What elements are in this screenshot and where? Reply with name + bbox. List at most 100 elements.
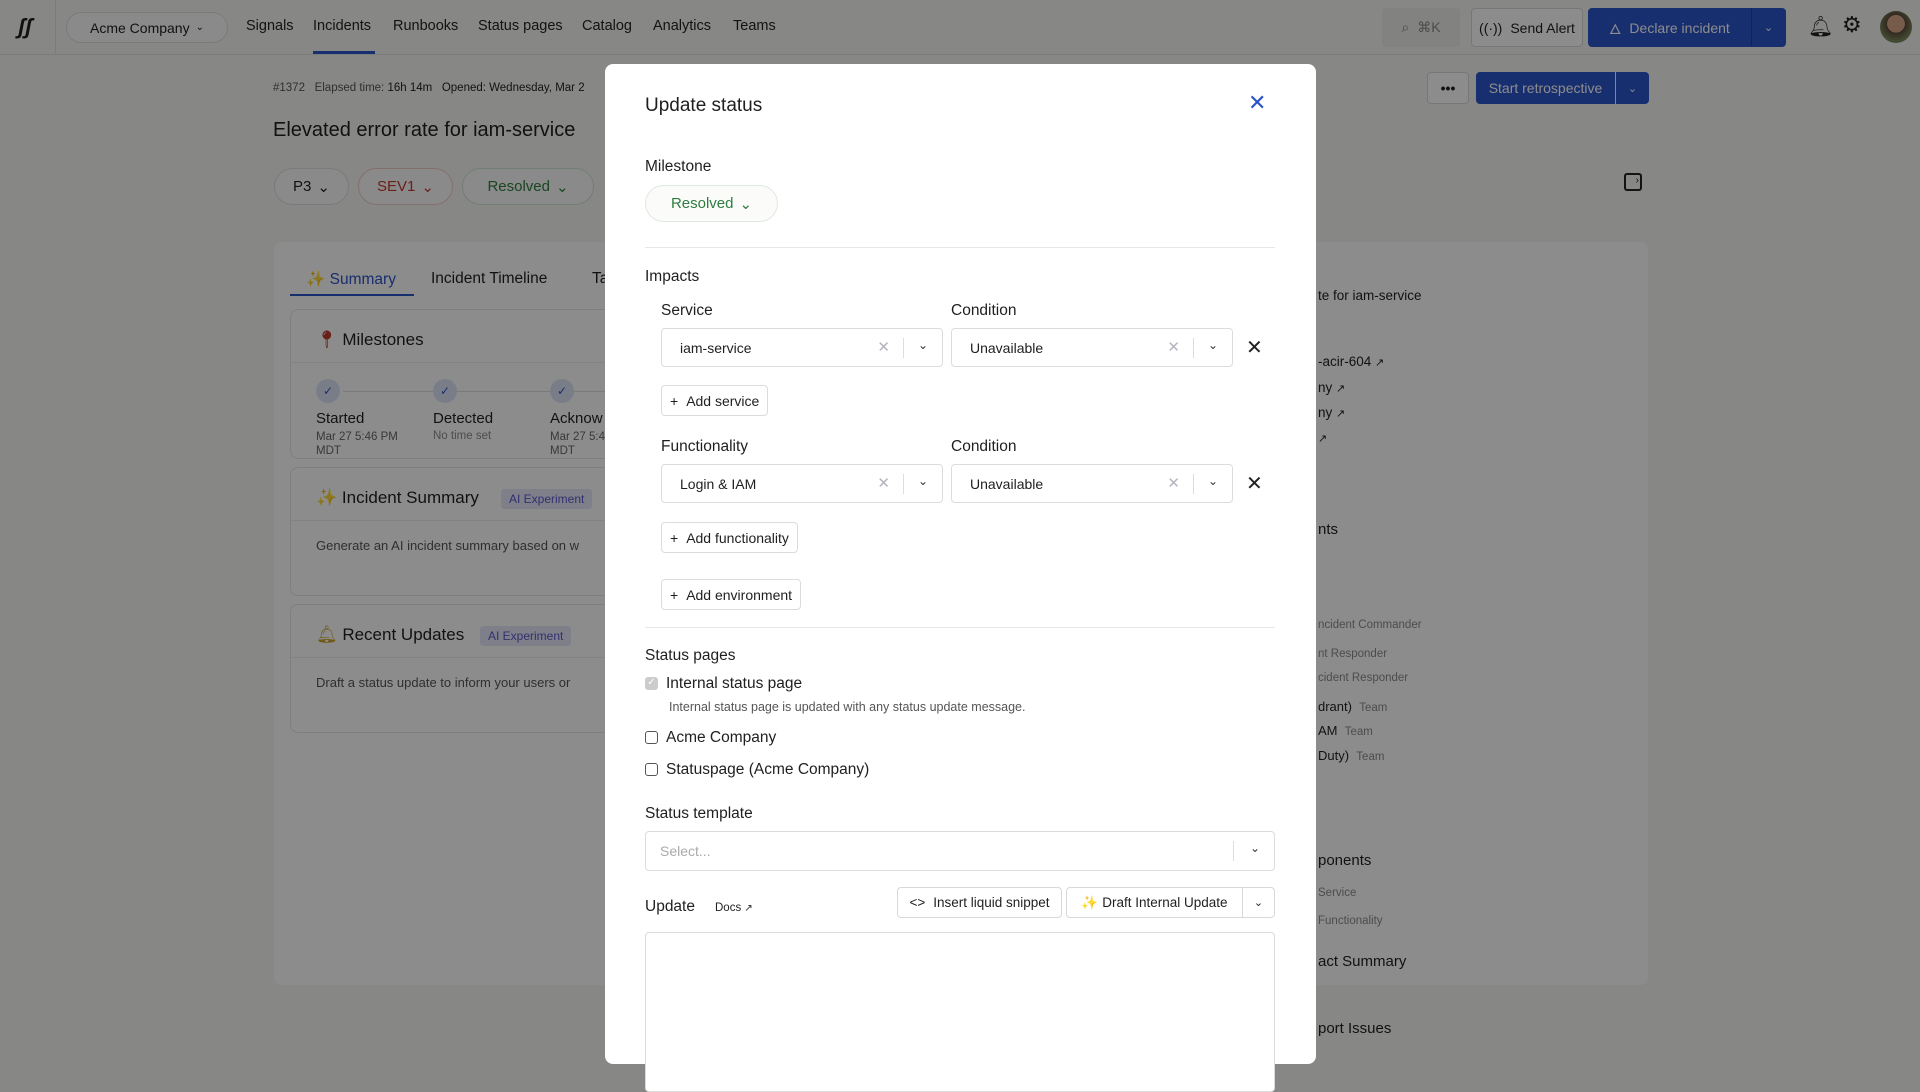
chevron-down-icon[interactable]: ⌄ [1208, 338, 1218, 352]
button-label: Add environment [686, 586, 793, 603]
nav-teams[interactable]: Teams [733, 18, 776, 34]
clear-icon[interactable]: ✕ [877, 474, 890, 492]
clear-icon[interactable]: ✕ [1167, 338, 1180, 356]
link[interactable]: -acir-604 ↗ [1318, 354, 1384, 369]
check-icon: ✓ [550, 379, 574, 403]
milestone-track [343, 391, 643, 392]
milestone-time: No time set [433, 430, 492, 442]
tab-summary[interactable]: ✨ Summary [306, 270, 396, 289]
link[interactable]: ny ↗ [1318, 405, 1345, 420]
check-icon: ✓ [316, 379, 340, 403]
functionality-select[interactable]: Login & IAM ✕ ⌄ [661, 464, 943, 503]
docs-label: Docs [715, 902, 742, 914]
docs-link[interactable]: Docs ↗ [715, 902, 753, 914]
milestones-title: 📍︎ Milestones [316, 330, 424, 350]
milestone-select[interactable]: Resolved ⌄ [645, 185, 778, 222]
milestone-name: Detected [433, 410, 494, 427]
team-row: Duty) Team [1318, 748, 1384, 763]
search-shortcut: ⌘K [1417, 19, 1441, 35]
milestone-label: Milestone [645, 158, 712, 175]
severity-select[interactable]: SEV1 ⌄ [358, 168, 453, 205]
close-icon[interactable]: ✕ [1248, 90, 1266, 116]
chevron-down-icon: ⌄ [421, 178, 434, 196]
add-functionality-button[interactable]: + Add functionality [661, 522, 798, 553]
service-select[interactable]: iam-service ✕ ⌄ [661, 328, 943, 367]
condition-label: Condition [951, 302, 1017, 319]
team-type: Team [1356, 751, 1385, 763]
chevron-down-icon[interactable]: ⌄ [918, 338, 928, 352]
milestone-select[interactable]: Resolved ⌄ [462, 168, 594, 205]
nav-status-pages[interactable]: Status pages [478, 18, 563, 34]
acme-company-checkbox[interactable] [645, 731, 658, 744]
select-separator [1193, 338, 1194, 358]
chevron-down-icon[interactable]: ⌄ [1250, 841, 1260, 855]
status-page-label: Internal status page [666, 675, 803, 692]
nav-analytics[interactable]: Analytics [653, 18, 711, 34]
external-link-icon: ↗ [1336, 408, 1346, 420]
nav-signals[interactable]: Signals [246, 18, 294, 34]
section-divider [645, 247, 1275, 248]
service-condition-select[interactable]: Unavailable ✕ ⌄ [951, 328, 1233, 367]
declare-dropdown-button[interactable]: ⌄ [1751, 8, 1786, 47]
search-button[interactable]: ⌕ ⌘K [1382, 8, 1460, 47]
more-button[interactable]: ••• [1427, 72, 1469, 104]
retro-dropdown-button[interactable]: ⌄ [1616, 72, 1649, 104]
ai-experiment-badge: AI Experiment [501, 489, 593, 509]
nav-runbooks[interactable]: Runbooks [393, 18, 458, 34]
chevron-down-icon[interactable]: ⌄ [1208, 474, 1218, 488]
component-label: Service [1318, 887, 1357, 899]
remove-service-icon[interactable]: ✕ [1246, 335, 1263, 360]
check-icon: ✓ [433, 379, 457, 403]
clear-icon[interactable]: ✕ [877, 338, 890, 356]
button-label: Insert liquid snippet [933, 895, 1050, 910]
draft-dropdown-button[interactable]: ⌄ [1242, 887, 1275, 918]
role-label: nt Responder [1318, 648, 1388, 660]
card-title: Incident Summary [341, 488, 479, 507]
chevron-down-icon[interactable]: ⌄ [918, 474, 928, 488]
plus-icon: + [670, 529, 679, 546]
link[interactable]: ↗ [1318, 430, 1327, 445]
link-text: -acir-604 [1318, 354, 1372, 369]
section-heading: nts [1318, 521, 1339, 538]
external-link-icon: ↗ [1318, 433, 1328, 445]
select-separator [1193, 474, 1194, 494]
gear-icon[interactable]: ⚙ [1842, 12, 1862, 38]
send-alert-button[interactable]: ((·)) Send Alert [1471, 8, 1583, 47]
chevron-down-icon: ⌄ [555, 178, 569, 196]
elapsed-label: Elapsed time: [314, 82, 385, 94]
internal-status-page-checkbox[interactable]: ✓ [645, 677, 658, 690]
nav-incidents[interactable]: Incidents [313, 18, 371, 34]
chevron-down-icon: ⌄ [739, 195, 753, 213]
select-separator [1233, 841, 1234, 861]
statuspage-checkbox[interactable] [645, 763, 658, 776]
logo-icon[interactable]: ʃʃ [18, 14, 32, 40]
insert-liquid-snippet-button[interactable]: <> Insert liquid snippet [897, 887, 1062, 918]
tab-incident-timeline[interactable]: Incident Timeline [431, 270, 547, 288]
clear-icon[interactable]: ✕ [1167, 474, 1180, 492]
org-switcher[interactable]: Acme Company ⌄ [66, 12, 228, 43]
link[interactable]: ny ↗ [1318, 380, 1345, 395]
nav-catalog[interactable]: Catalog [582, 18, 632, 34]
draft-internal-update-button[interactable]: ✨ Draft Internal Update [1066, 887, 1243, 918]
team-row: AM Team [1318, 723, 1373, 738]
add-service-button[interactable]: + Add service [661, 385, 769, 416]
status-template-select[interactable]: Select... ⌄ [645, 831, 1275, 871]
status-page-label: Acme Company [666, 729, 777, 746]
remove-functionality-icon[interactable]: ✕ [1246, 471, 1263, 496]
status-page-label: Statuspage (Acme Company) [666, 761, 870, 778]
avatar[interactable] [1880, 11, 1912, 43]
update-textarea[interactable] [645, 932, 1275, 1092]
panel-toggle-icon[interactable]: › [1624, 173, 1642, 191]
service-label: Service [661, 302, 713, 319]
functionality-condition-select[interactable]: Unavailable ✕ ⌄ [951, 464, 1233, 503]
add-environment-button[interactable]: + Add environment [661, 579, 802, 610]
top-bar: ʃʃ Acme Company ⌄ Signals Incidents Runbo… [0, 0, 1920, 55]
tab-summary-label: Summary [329, 271, 396, 288]
update-label: Update [645, 898, 695, 915]
start-retrospective-button[interactable]: Start retrospective [1476, 72, 1615, 104]
select-value: Unavailable [970, 340, 1044, 356]
select-placeholder: Select... [660, 843, 711, 859]
priority-select[interactable]: P3 ⌄ [274, 168, 349, 205]
declare-incident-button[interactable]: 🜂 Declare incident [1588, 8, 1751, 47]
bell-icon[interactable]: 🔔︎ [1808, 14, 1833, 39]
